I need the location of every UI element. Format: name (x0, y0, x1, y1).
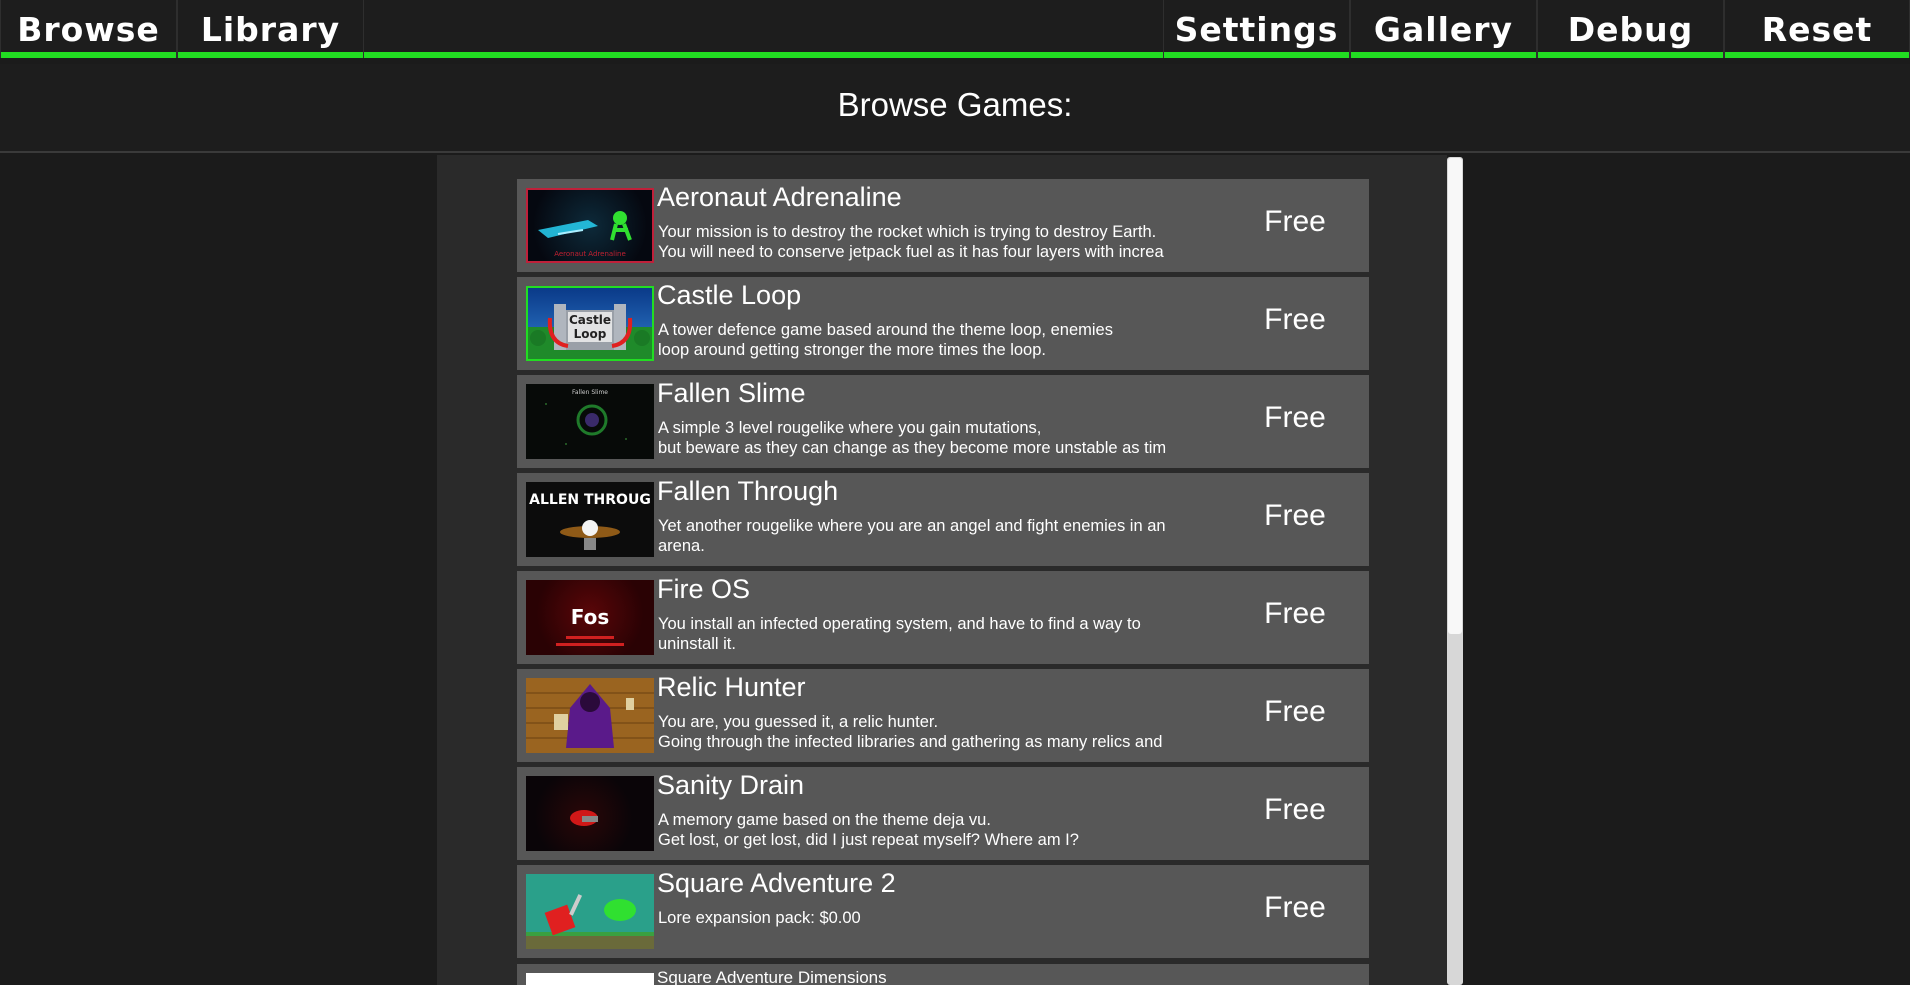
game-thumbnail: Castle Loop (526, 286, 654, 361)
game-title: Castle Loop (657, 280, 802, 310)
game-price: Free (1264, 499, 1326, 532)
nav-debug-button[interactable]: Debug (1537, 0, 1724, 58)
nav-library-button[interactable]: Library (177, 0, 364, 58)
thumbnail-label: Fallen Slime (572, 389, 608, 396)
game-thumbnail: Fallen Slime (526, 384, 654, 459)
thumbnail-label: ALLEN THROUG (529, 492, 651, 508)
game-title: Sanity Drain (657, 770, 805, 800)
game-row-aeronaut-adrenaline[interactable]: Aeronaut Adrenaline Aeronaut Adrenaline … (517, 179, 1369, 272)
game-row-castle-loop[interactable]: Castle Loop Castle Loop A tower defence … (517, 277, 1369, 370)
svg-text:Loop: Loop (574, 327, 607, 341)
game-row-fallen-through[interactable]: ALLEN THROUG Fallen Through Yet another … (517, 473, 1369, 566)
game-title: Square Adventure Dimensions (657, 968, 887, 985)
game-thumbnail (526, 776, 654, 851)
top-nav-bar: Browse Library Settings Gallery Debug Re… (0, 0, 1910, 58)
game-price: Free (1264, 793, 1326, 826)
game-row-relic-hunter[interactable]: Relic Hunter You are, you guessed it, a … (517, 669, 1369, 762)
game-description: Yet another rougelike where you are an a… (658, 517, 1166, 555)
page-title: Browse Games: (837, 86, 1073, 123)
game-description: Your mission is to destroy the rocket wh… (658, 223, 1164, 261)
game-description: A simple 3 level rougelike where you gai… (658, 419, 1167, 457)
game-thumbnail (526, 874, 654, 949)
game-row-square-adventure-dimensions[interactable]: Square Adventure Dimensions (517, 964, 1369, 985)
game-description: You are, you guessed it, a relic hunter.… (658, 713, 1163, 751)
nav-settings-button[interactable]: Settings (1163, 0, 1350, 58)
game-title: Square Adventure 2 (657, 868, 896, 898)
game-row-fire-os[interactable]: Fos Fire OS You install an infected oper… (517, 571, 1369, 664)
game-thumbnail (526, 973, 654, 985)
game-thumbnail (526, 678, 654, 753)
game-title: Fire OS (657, 574, 751, 604)
thumbnail-label: Aeronaut Adrenaline (554, 250, 626, 258)
game-title: Fallen Slime (657, 378, 806, 408)
game-price: Free (1264, 695, 1326, 728)
game-price: Free (1264, 205, 1326, 238)
nav-reset-button[interactable]: Reset (1724, 0, 1910, 58)
game-price: Free (1264, 401, 1326, 434)
game-row-fallen-slime[interactable]: Fallen Slime Fallen Slime A simple 3 lev… (517, 375, 1369, 468)
game-price: Free (1264, 891, 1326, 924)
nav-gallery-button[interactable]: Gallery (1350, 0, 1537, 58)
game-thumbnail: Aeronaut Adrenaline (526, 188, 654, 263)
nav-browse-button[interactable]: Browse (0, 0, 177, 58)
game-thumbnail: Fos (526, 580, 654, 655)
game-description: A memory game based on the theme deja vu… (658, 811, 1079, 849)
game-title: Aeronaut Adrenaline (657, 182, 902, 212)
page-header: Browse Games: (0, 64, 1910, 153)
game-price: Free (1264, 597, 1326, 630)
svg-text:Castle: Castle (569, 313, 611, 327)
game-row-square-adventure-2[interactable]: Square Adventure 2 Lore expansion pack: … (517, 865, 1369, 958)
thumbnail-label: Fos (571, 605, 610, 629)
game-thumbnail: ALLEN THROUG (526, 482, 654, 557)
game-description: You install an infected operating system… (658, 615, 1141, 653)
game-title: Relic Hunter (657, 672, 806, 702)
game-row-sanity-drain[interactable]: Sanity Drain A memory game based on the … (517, 767, 1369, 860)
game-title: Fallen Through (657, 476, 839, 506)
game-description: Lore expansion pack: $0.00 (658, 909, 861, 927)
scrollbar-thumb[interactable] (1448, 158, 1462, 634)
game-description: A tower defence game based around the th… (658, 321, 1113, 359)
game-price: Free (1264, 303, 1326, 336)
